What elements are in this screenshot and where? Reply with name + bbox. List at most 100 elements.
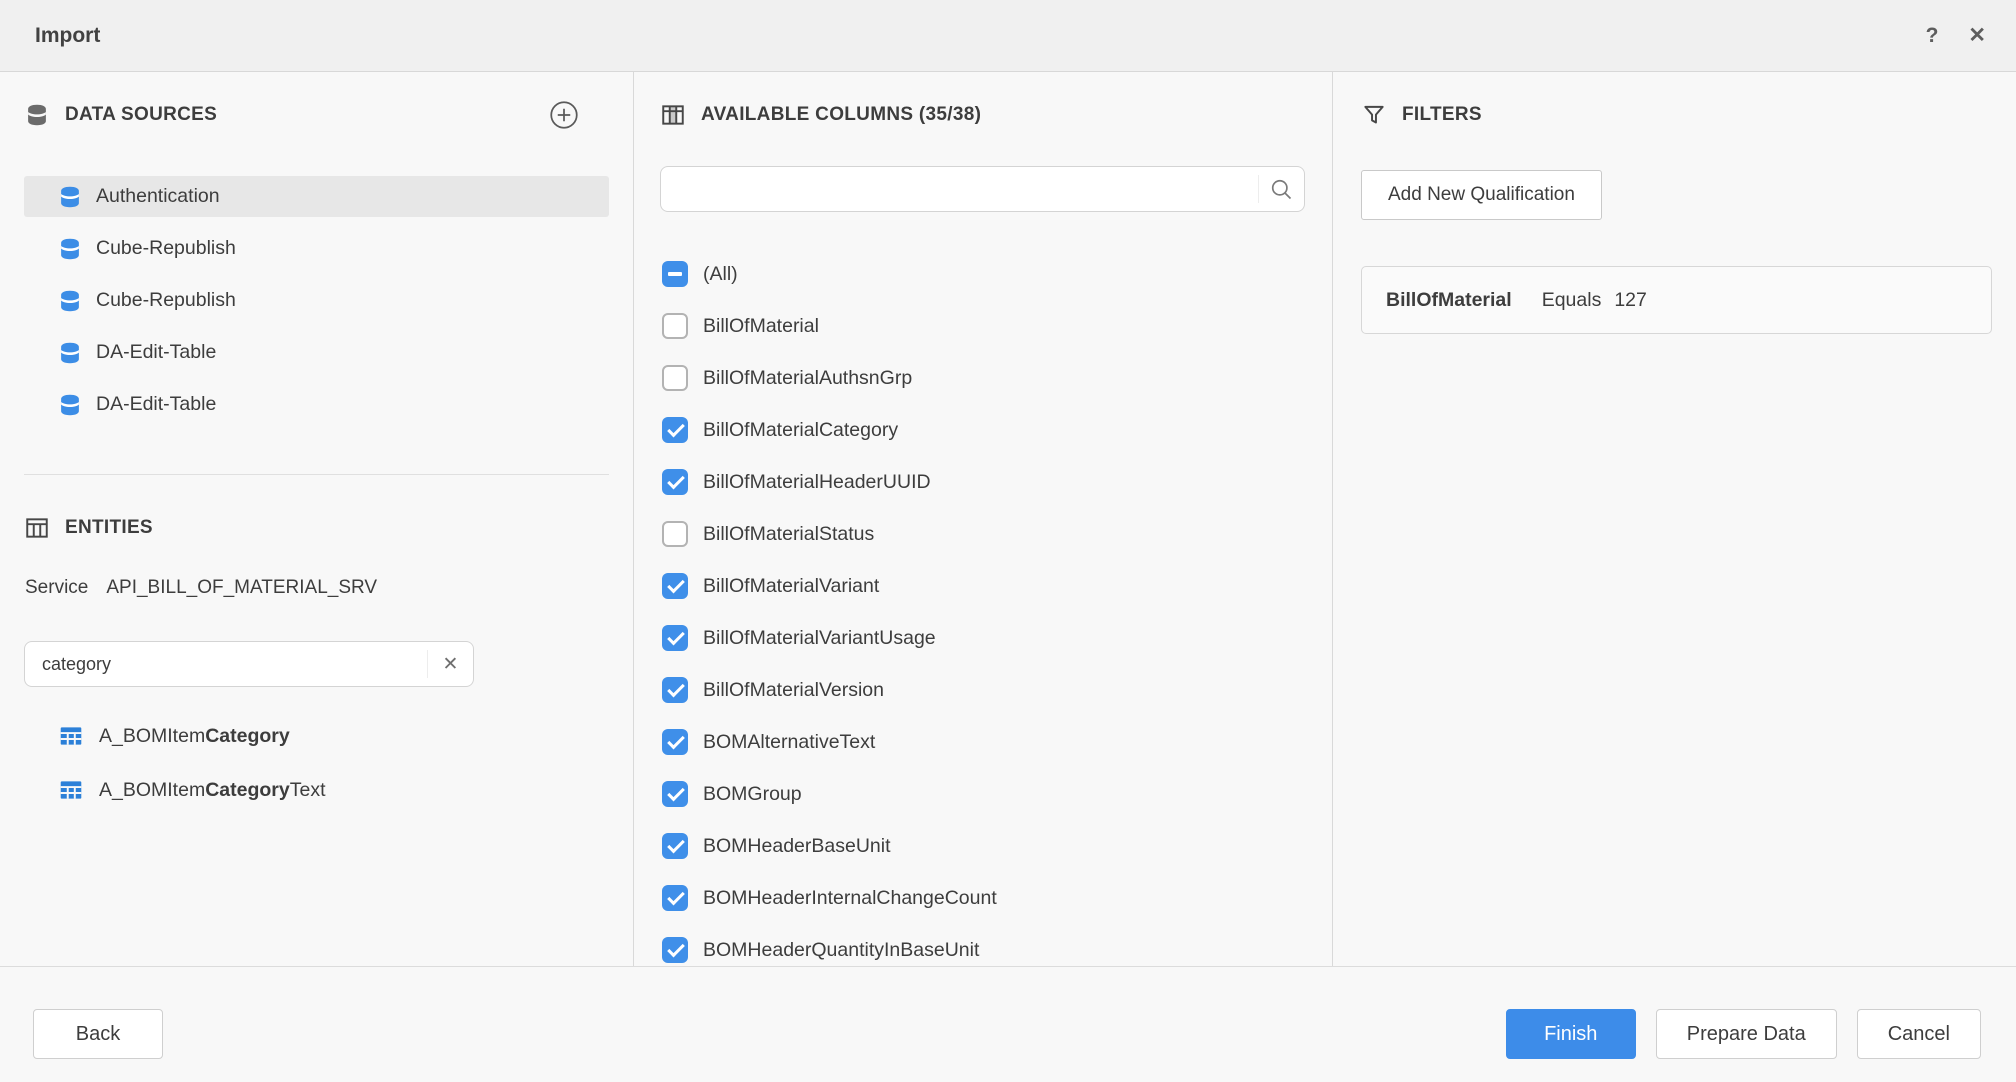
checkbox[interactable] bbox=[662, 261, 688, 287]
dialog-footer: Back Finish Prepare Data Cancel bbox=[0, 966, 2016, 1082]
table-blue-icon bbox=[58, 777, 84, 803]
entity-list: A_BOMItemCategory A_BOMItemCategoryText bbox=[24, 709, 609, 817]
column-label: BOMGroup bbox=[703, 783, 802, 806]
entity-search-input[interactable] bbox=[25, 642, 427, 686]
available-columns-header: AVAILABLE COLUMNS (35/38) bbox=[660, 100, 1304, 130]
close-icon[interactable]: ✕ bbox=[1968, 25, 1986, 46]
column-row[interactable]: BOMGroup bbox=[660, 768, 1304, 820]
column-row[interactable]: BillOfMaterial bbox=[660, 300, 1304, 352]
column-label: BOMHeaderBaseUnit bbox=[703, 835, 891, 858]
cancel-button[interactable]: Cancel bbox=[1857, 1009, 1981, 1059]
back-button[interactable]: Back bbox=[33, 1009, 163, 1059]
checkbox[interactable] bbox=[662, 937, 688, 963]
entity-item[interactable]: A_BOMItemCategory bbox=[24, 709, 609, 763]
help-icon[interactable]: ? bbox=[1926, 25, 1939, 46]
column-row[interactable]: (All) bbox=[660, 248, 1304, 300]
checkbox[interactable] bbox=[662, 521, 688, 547]
checkbox[interactable] bbox=[662, 781, 688, 807]
column-row[interactable]: BillOfMaterialVersion bbox=[660, 664, 1304, 716]
column-row[interactable]: BillOfMaterialCategory bbox=[660, 404, 1304, 456]
column-row[interactable]: BOMHeaderInternalChangeCount bbox=[660, 872, 1304, 924]
search-button[interactable] bbox=[1258, 175, 1304, 203]
column-row[interactable]: BOMHeaderBaseUnit bbox=[660, 820, 1304, 872]
column-label: BOMHeaderInternalChangeCount bbox=[703, 887, 997, 910]
entities-title: ENTITIES bbox=[65, 517, 153, 539]
qualification-row[interactable]: BillOfMaterial Equals 127 bbox=[1361, 266, 1992, 334]
data-sources-panel: DATA SOURCES Authentication Cube-Re bbox=[0, 72, 634, 966]
entity-label: A_BOMItemCategoryText bbox=[99, 779, 326, 802]
qualification-value: 127 bbox=[1614, 289, 1647, 312]
data-sources-header: DATA SOURCES bbox=[24, 100, 609, 130]
header-actions: ? ✕ bbox=[1926, 25, 1986, 46]
dialog-header: Import ? ✕ bbox=[0, 0, 2016, 72]
columns-search-input[interactable] bbox=[661, 167, 1258, 211]
column-row[interactable]: BillOfMaterialHeaderUUID bbox=[660, 456, 1304, 508]
checkbox[interactable] bbox=[662, 417, 688, 443]
checkbox[interactable] bbox=[662, 729, 688, 755]
checkbox[interactable] bbox=[662, 313, 688, 339]
data-source-list: Authentication Cube-Republish Cube-Repub… bbox=[24, 176, 609, 425]
add-new-qualification-button[interactable]: Add New Qualification bbox=[1361, 170, 1602, 220]
data-source-label: Authentication bbox=[96, 185, 220, 208]
columns-search-box bbox=[660, 166, 1305, 212]
data-source-label: DA-Edit-Table bbox=[96, 341, 216, 364]
available-columns-panel: AVAILABLE COLUMNS (35/38) (All) BillOfMa… bbox=[634, 72, 1333, 966]
footer-actions: Finish Prepare Data Cancel bbox=[1506, 1009, 1981, 1059]
column-row[interactable]: BillOfMaterialVariantUsage bbox=[660, 612, 1304, 664]
prepare-data-button[interactable]: Prepare Data bbox=[1656, 1009, 1837, 1059]
checkbox[interactable] bbox=[662, 573, 688, 599]
checkbox[interactable] bbox=[662, 365, 688, 391]
clear-icon: ✕ bbox=[443, 655, 459, 674]
column-row[interactable]: BillOfMaterialAuthsnGrp bbox=[660, 352, 1304, 404]
database-icon bbox=[24, 102, 50, 128]
data-source-label: Cube-Republish bbox=[96, 289, 236, 312]
add-data-source-button[interactable] bbox=[549, 100, 579, 130]
column-label: BillOfMaterialStatus bbox=[703, 523, 874, 546]
data-source-item[interactable]: Authentication bbox=[24, 176, 609, 217]
table-outline-icon bbox=[24, 515, 50, 541]
column-row[interactable]: BOMHeaderQuantityInBaseUnit bbox=[660, 924, 1304, 966]
dialog-title: Import bbox=[35, 24, 100, 48]
filter-funnel-icon bbox=[1361, 102, 1387, 128]
data-source-item[interactable]: DA-Edit-Table bbox=[24, 384, 609, 425]
column-row[interactable]: BOMAlternativeText bbox=[660, 716, 1304, 768]
entities-header: ENTITIES bbox=[24, 513, 609, 543]
checkbox[interactable] bbox=[662, 677, 688, 703]
filters-panel: FILTERS Add New Qualification BillOfMate… bbox=[1333, 72, 2016, 966]
import-dialog: Import ? ✕ DATA SOURCES bbox=[0, 0, 2016, 1082]
qualification-field: BillOfMaterial bbox=[1386, 289, 1512, 312]
database-icon bbox=[57, 236, 83, 262]
available-columns-title: AVAILABLE COLUMNS (35/38) bbox=[701, 104, 981, 126]
data-source-item[interactable]: DA-Edit-Table bbox=[24, 332, 609, 373]
column-label: BillOfMaterialAuthsnGrp bbox=[703, 367, 912, 390]
table-blue-icon bbox=[58, 723, 84, 749]
checkbox[interactable] bbox=[662, 885, 688, 911]
checkbox[interactable] bbox=[662, 625, 688, 651]
checkbox[interactable] bbox=[662, 833, 688, 859]
column-label: BillOfMaterialVariantUsage bbox=[703, 627, 936, 650]
column-row[interactable]: BillOfMaterialStatus bbox=[660, 508, 1304, 560]
service-value: API_BILL_OF_MATERIAL_SRV bbox=[106, 577, 377, 599]
database-icon bbox=[57, 340, 83, 366]
service-label: Service bbox=[25, 577, 88, 599]
plus-circle-icon bbox=[549, 100, 579, 130]
data-source-label: DA-Edit-Table bbox=[96, 393, 216, 416]
column-row[interactable]: BillOfMaterialVariant bbox=[660, 560, 1304, 612]
column-label: BOMHeaderQuantityInBaseUnit bbox=[703, 939, 979, 962]
checkbox[interactable] bbox=[662, 469, 688, 495]
column-label: BillOfMaterial bbox=[703, 315, 819, 338]
database-icon bbox=[57, 392, 83, 418]
column-label: (All) bbox=[703, 263, 738, 286]
clear-search-button[interactable]: ✕ bbox=[427, 650, 473, 678]
data-source-item[interactable]: Cube-Republish bbox=[24, 280, 609, 321]
data-source-item[interactable]: Cube-Republish bbox=[24, 228, 609, 269]
column-label: BillOfMaterialVersion bbox=[703, 679, 884, 702]
section-divider bbox=[24, 474, 609, 475]
filters-header: FILTERS bbox=[1361, 100, 1992, 130]
entity-search-box: ✕ bbox=[24, 641, 474, 687]
search-icon bbox=[1268, 176, 1295, 203]
columns-icon bbox=[660, 102, 686, 128]
entity-item[interactable]: A_BOMItemCategoryText bbox=[24, 763, 609, 817]
qualification-operator: Equals bbox=[1542, 289, 1602, 312]
finish-button[interactable]: Finish bbox=[1506, 1009, 1636, 1059]
